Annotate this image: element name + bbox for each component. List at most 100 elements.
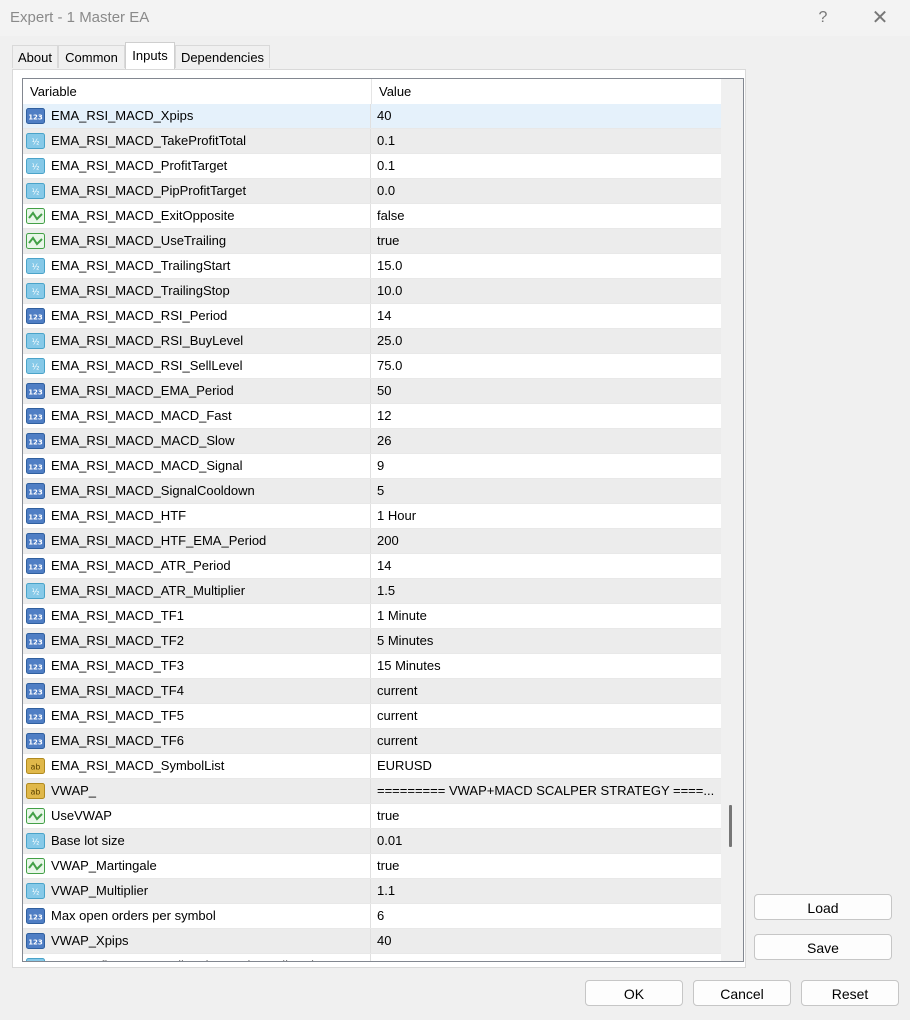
value-cell[interactable]: 15.0 <box>372 254 720 278</box>
value-cell[interactable]: 6 <box>372 904 720 928</box>
value-cell[interactable]: 25.0 <box>372 329 720 353</box>
table-row[interactable]: 123 VWAP_Xpips 40 <box>23 929 721 954</box>
table-row[interactable]: 123 EMA_RSI_MACD_EMA_Period 50 <box>23 379 721 404</box>
value-cell[interactable]: 200 <box>372 529 720 553</box>
tab-common[interactable]: Common <box>58 45 125 68</box>
value-cell[interactable]: 0.0 <box>372 954 720 961</box>
scrollbar-thumb[interactable] <box>729 805 732 847</box>
value-cell[interactable]: false <box>372 204 720 228</box>
column-header-variable[interactable]: Variable <box>23 79 372 104</box>
table-row[interactable]: ½ EMA_RSI_MACD_PipProfitTarget 0.0 <box>23 179 721 204</box>
svg-text:½: ½ <box>32 188 40 197</box>
value-cell[interactable]: 40 <box>372 929 720 953</box>
value-cell[interactable]: 26 <box>372 429 720 453</box>
table-row[interactable]: ab VWAP_ ========= VWAP+MACD SCALPER STRAT… <box>23 779 721 804</box>
table-row[interactable]: ½ VWAP_Multiplier 1.1 <box>23 879 721 904</box>
help-button[interactable]: ? <box>812 8 834 28</box>
table-row[interactable]: VWAP_Martingale true <box>23 854 721 879</box>
load-button[interactable]: Load <box>754 894 892 920</box>
column-header-value[interactable]: Value <box>372 79 721 104</box>
table-row[interactable]: 123 EMA_RSI_MACD_TF3 15 Minutes <box>23 654 721 679</box>
value-cell[interactable]: 0.0 <box>372 179 720 203</box>
value-cell[interactable]: 12 <box>372 404 720 428</box>
table-row[interactable]: 123 EMA_RSI_MACD_TF1 1 Minute <box>23 604 721 629</box>
variable-cell: ½USD profit target per direction to clos… <box>23 954 371 961</box>
table-row[interactable]: ½ EMA_RSI_MACD_TrailingStart 15.0 <box>23 254 721 279</box>
value-cell[interactable]: 50 <box>372 379 720 403</box>
value-cell[interactable]: 1.1 <box>372 879 720 903</box>
save-button[interactable]: Save <box>754 934 892 960</box>
cancel-button[interactable]: Cancel <box>693 980 791 1006</box>
variable-name: EMA_RSI_MACD_PipProfitTarget <box>51 183 247 198</box>
table-row[interactable]: ½ EMA_RSI_MACD_ATR_Multiplier 1.5 <box>23 579 721 604</box>
value-cell[interactable]: 14 <box>372 304 720 328</box>
table-row[interactable]: 123 EMA_RSI_MACD_ATR_Period 14 <box>23 554 721 579</box>
value-cell[interactable]: 9 <box>372 454 720 478</box>
table-row[interactable]: 123 EMA_RSI_MACD_Xpips 40 <box>23 104 721 129</box>
table-row[interactable]: 123 EMA_RSI_MACD_HTF 1 Hour <box>23 504 721 529</box>
variable-name: EMA_RSI_MACD_EMA_Period <box>51 383 234 398</box>
value-cell[interactable]: 0.01 <box>372 829 720 853</box>
vertical-scrollbar[interactable] <box>721 79 743 961</box>
value-cell[interactable]: 5 <box>372 479 720 503</box>
table-row[interactable]: 123 EMA_RSI_MACD_MACD_Slow 26 <box>23 429 721 454</box>
variable-cell: 123 Max open orders per symbol <box>23 904 371 928</box>
svg-text:½: ½ <box>32 338 40 347</box>
value-cell[interactable]: 40 <box>372 104 720 128</box>
table-row[interactable]: ½USD profit target per direction to clos… <box>23 954 721 961</box>
variable-cell: ½ EMA_RSI_MACD_ATR_Multiplier <box>23 579 371 603</box>
value-cell[interactable]: 1 Hour <box>372 504 720 528</box>
table-row[interactable]: EMA_RSI_MACD_UseTrailing true <box>23 229 721 254</box>
value-cell[interactable]: 15 Minutes <box>372 654 720 678</box>
table-row[interactable]: 123 EMA_RSI_MACD_MACD_Signal 9 <box>23 454 721 479</box>
value-cell[interactable]: true <box>372 854 720 878</box>
save-button-label: Save <box>807 940 839 956</box>
value-cell[interactable]: 1 Minute <box>372 604 720 628</box>
table-row[interactable]: 123 EMA_RSI_MACD_SignalCooldown 5 <box>23 479 721 504</box>
table-row[interactable]: UseVWAP true <box>23 804 721 829</box>
value-cell[interactable]: current <box>372 679 720 703</box>
table-row[interactable]: ½ Base lot size 0.01 <box>23 829 721 854</box>
table-row[interactable]: 123 EMA_RSI_MACD_TF5 current <box>23 704 721 729</box>
value-cell[interactable]: current <box>372 704 720 728</box>
variable-cell: 123 EMA_RSI_MACD_ATR_Period <box>23 554 371 578</box>
table-row[interactable]: 123 EMA_RSI_MACD_TF2 5 Minutes <box>23 629 721 654</box>
value-cell[interactable]: current <box>372 729 720 753</box>
close-button[interactable]: ✕ <box>868 6 892 30</box>
table-row[interactable]: ½ EMA_RSI_MACD_TakeProfitTotal 0.1 <box>23 129 721 154</box>
table-row[interactable]: ½ EMA_RSI_MACD_RSI_BuyLevel 25.0 <box>23 329 721 354</box>
svg-text:123: 123 <box>28 689 43 697</box>
svg-text:123: 123 <box>28 639 43 647</box>
value-cell[interactable]: true <box>372 804 720 828</box>
table-row[interactable]: 123 EMA_RSI_MACD_TF4 current <box>23 679 721 704</box>
value-cell[interactable]: 75.0 <box>372 354 720 378</box>
value-cell[interactable]: 5 Minutes <box>372 629 720 653</box>
ok-button[interactable]: OK <box>585 980 683 1006</box>
table-row[interactable]: 123 EMA_RSI_MACD_RSI_Period 14 <box>23 304 721 329</box>
table-row[interactable]: ½ EMA_RSI_MACD_ProfitTarget 0.1 <box>23 154 721 179</box>
value-cell[interactable]: 10.0 <box>372 279 720 303</box>
table-row[interactable]: ½ EMA_RSI_MACD_TrailingStop 10.0 <box>23 279 721 304</box>
value-cell[interactable]: EURUSD <box>372 754 720 778</box>
value-cell[interactable]: 14 <box>372 554 720 578</box>
variable-cell: UseVWAP <box>23 804 371 828</box>
table-row[interactable]: ab EMA_RSI_MACD_SymbolList EURUSD <box>23 754 721 779</box>
table-row[interactable]: 123 Max open orders per symbol 6 <box>23 904 721 929</box>
variable-name: EMA_RSI_MACD_TF3 <box>51 658 184 673</box>
table-row[interactable]: ½ EMA_RSI_MACD_RSI_SellLevel 75.0 <box>23 354 721 379</box>
reset-button[interactable]: Reset <box>801 980 899 1006</box>
value-cell[interactable]: 1.5 <box>372 579 720 603</box>
tab-about[interactable]: About <box>12 45 58 68</box>
variable-name: EMA_RSI_MACD_ExitOpposite <box>51 208 235 223</box>
tab-dependencies[interactable]: Dependencies <box>175 45 270 68</box>
tab-inputs[interactable]: Inputs <box>125 42 175 69</box>
svg-text:123: 123 <box>28 664 43 672</box>
value-cell[interactable]: ========= VWAP+MACD SCALPER STRATEGY ===… <box>372 779 720 803</box>
table-row[interactable]: 123 EMA_RSI_MACD_HTF_EMA_Period 200 <box>23 529 721 554</box>
value-cell[interactable]: true <box>372 229 720 253</box>
value-cell[interactable]: 0.1 <box>372 129 720 153</box>
table-row[interactable]: EMA_RSI_MACD_ExitOpposite false <box>23 204 721 229</box>
table-row[interactable]: 123 EMA_RSI_MACD_TF6 current <box>23 729 721 754</box>
table-row[interactable]: 123 EMA_RSI_MACD_MACD_Fast 12 <box>23 404 721 429</box>
value-cell[interactable]: 0.1 <box>372 154 720 178</box>
